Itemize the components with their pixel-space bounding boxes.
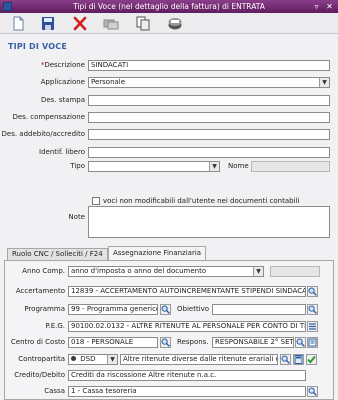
obiettivo-label: Obiettivo: [177, 305, 210, 313]
tab-assegnazione-finanziaria[interactable]: Assegnazione Finanziaria: [108, 246, 207, 261]
des-compensazione-label: Des. compensazione: [12, 113, 85, 121]
close-icon[interactable]: ✕: [325, 2, 334, 11]
nome-field[interactable]: [251, 161, 330, 172]
accertamento-label: Accertamento: [15, 287, 65, 295]
respons-label: Respons.: [177, 338, 209, 346]
anno-comp-label: Anno Comp.: [22, 267, 65, 275]
des-compensazione-field[interactable]: [88, 112, 330, 123]
contropartita-code-select[interactable]: DSD ▼: [68, 354, 118, 365]
des-addebito-label: Des. addebito/accredito: [1, 130, 85, 138]
contropartita-field[interactable]: Altre ritenute diverse dalle ritenute er…: [120, 354, 278, 365]
credito-debito-label: Credito/Debito: [14, 371, 65, 379]
des-stampa-label: Des. stampa: [40, 96, 85, 104]
peg-label: P.E.G.: [45, 322, 65, 330]
identif-libero-field[interactable]: [88, 147, 330, 158]
centro-costo-field[interactable]: 018 - PERSONALE: [68, 337, 158, 348]
descrizione-label: *Descrizione: [40, 61, 85, 69]
contropartita-code: DSD: [80, 355, 96, 363]
lookup-icon[interactable]: [280, 354, 291, 365]
accertamento-field[interactable]: 12839 - ACCERTAMENTO AUTOINCREMENTANTE S…: [68, 286, 306, 297]
note-label: Note: [68, 213, 85, 221]
cassa-field[interactable]: 1 - Cassa tesoreria: [68, 386, 306, 397]
dropdown-icon[interactable]: ▼: [253, 267, 263, 276]
programma-label: Programma: [24, 305, 65, 313]
voci-non-modificabili-label: voci non modificabili dall'utente nei do…: [103, 197, 300, 205]
print-icon[interactable]: [167, 16, 183, 31]
anno-comp-extra-field: [270, 266, 320, 277]
identif-libero-label: Identif. libero: [39, 148, 85, 156]
save-icon[interactable]: [40, 16, 56, 31]
obiettivo-field[interactable]: [212, 304, 306, 315]
dropdown-icon[interactable]: ▼: [107, 355, 117, 364]
lookup-icon[interactable]: [307, 304, 318, 315]
note-textarea[interactable]: [88, 206, 330, 238]
des-stampa-field[interactable]: [88, 95, 330, 106]
dropdown-icon[interactable]: ▼: [209, 162, 219, 171]
new-icon[interactable]: [10, 16, 26, 31]
browse-icon[interactable]: [307, 337, 318, 348]
status-dot-icon: [71, 356, 76, 361]
descrizione-field[interactable]: SINDACATI: [88, 60, 330, 71]
des-addebito-field[interactable]: [88, 129, 330, 140]
anno-comp-select[interactable]: anno d'imposta o anno del documento ▼: [68, 266, 264, 277]
contropartita-label: Contropartita: [18, 355, 65, 363]
respons-field[interactable]: RESPONSABILE 2° SETTORE: [212, 337, 294, 348]
calculator-icon[interactable]: [293, 354, 304, 365]
transfer-icon[interactable]: [103, 16, 119, 31]
toolbar: [0, 13, 338, 34]
applicazione-select[interactable]: Personale ▼: [88, 77, 330, 88]
delete-icon[interactable]: [72, 16, 88, 31]
window-title: Tipi di Voce (nel dettaglio della fattur…: [73, 2, 265, 11]
tipo-label: Tipo: [70, 162, 85, 170]
lookup-icon[interactable]: [160, 337, 171, 348]
anno-comp-value: anno d'imposta o anno del documento: [71, 267, 207, 275]
window-titlebar[interactable]: Tipi di Voce (nel dettaglio della fattur…: [0, 0, 338, 13]
programma-field[interactable]: 99 - Programma generico: [68, 304, 158, 315]
lookup-icon[interactable]: [307, 286, 318, 297]
copy-icon[interactable]: [135, 16, 151, 31]
check-icon[interactable]: [306, 354, 317, 365]
lookup-icon[interactable]: [295, 337, 306, 348]
nome-label: Nome: [228, 162, 249, 170]
cassa-label: Cassa: [44, 387, 65, 395]
voci-non-modificabili-checkbox[interactable]: [92, 197, 100, 205]
section-title: TIPI DI VOCE: [8, 42, 68, 51]
credito-debito-field[interactable]: Crediti da riscossione Altre ritenute n.…: [68, 370, 306, 381]
list-icon[interactable]: [307, 321, 318, 332]
peg-field[interactable]: 90100.02.0132 - ALTRE RITENUTE AL PERSON…: [68, 321, 306, 332]
dropdown-icon[interactable]: ▼: [319, 78, 329, 87]
applicazione-label: Applicazione: [40, 78, 85, 86]
applicazione-value: Personale: [91, 78, 126, 86]
lookup-icon[interactable]: [307, 386, 318, 397]
centro-costo-label: Centro di Costo: [10, 338, 65, 346]
tipo-select[interactable]: ▼: [88, 161, 220, 172]
minimize-icon[interactable]: ▿: [312, 2, 321, 11]
lookup-icon[interactable]: [160, 304, 171, 315]
